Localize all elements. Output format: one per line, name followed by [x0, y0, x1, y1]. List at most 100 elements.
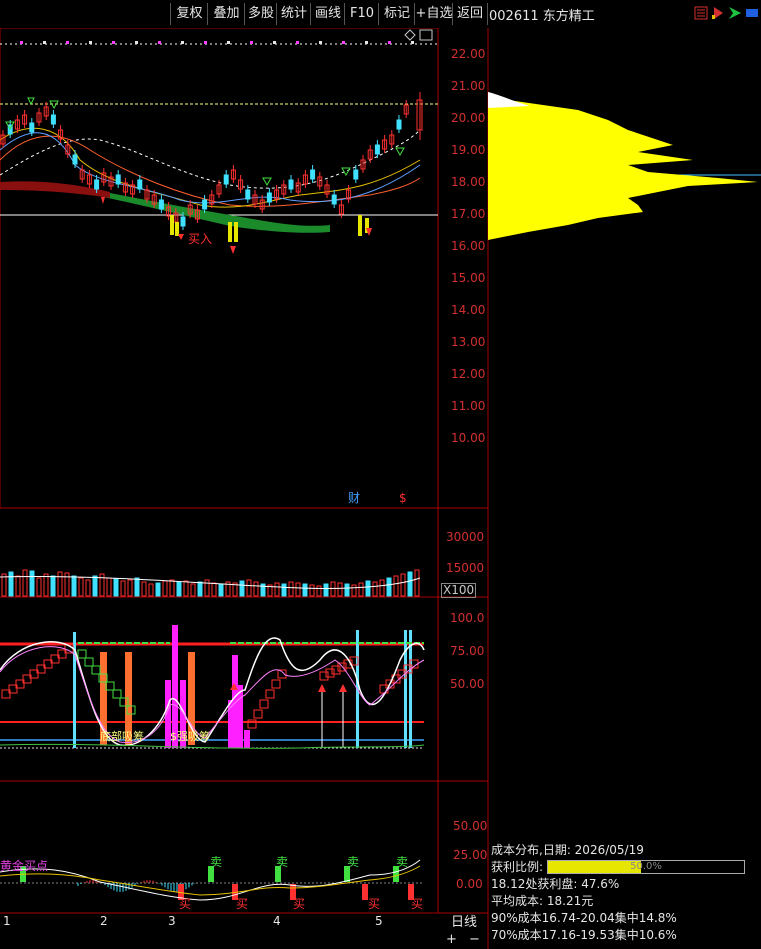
- candle-body: [94, 179, 100, 190]
- price-axis-label: 19.00: [451, 143, 486, 157]
- step-square: [253, 709, 263, 719]
- volume-bar: [92, 575, 98, 597]
- step-square: [259, 699, 269, 709]
- draw-line-button[interactable]: 画线: [310, 3, 345, 25]
- event-dot: [273, 41, 276, 44]
- stock-name: 东方精工: [542, 9, 595, 24]
- price-axis-label: 14.00: [451, 303, 486, 317]
- add-watchlist-button[interactable]: +自选: [414, 3, 453, 25]
- volume-bar: [323, 583, 329, 597]
- volume-bar: [50, 575, 56, 597]
- price-axis-label: 13.00: [451, 335, 486, 349]
- strong-chip-signal-label: $强吸筹: [170, 729, 210, 743]
- zoom-in-button[interactable]: +: [446, 932, 457, 947]
- profit-ratio-bar: 50.0%: [547, 860, 745, 874]
- volume-bar: [204, 579, 210, 597]
- candle-body: [50, 114, 56, 125]
- mark-button[interactable]: 标记: [378, 3, 415, 25]
- step-square: [331, 665, 341, 675]
- date-tick: 2: [100, 914, 108, 928]
- profit-ratio-label: 获利比例:: [491, 860, 544, 874]
- event-dot: [342, 41, 345, 44]
- cost-70-range: 70%成本17.16-19.53集中10.6%: [491, 928, 677, 942]
- fuquan-button[interactable]: 复权: [170, 3, 208, 25]
- step-square: [271, 679, 281, 689]
- sell-signal-label: 卖: [347, 855, 359, 869]
- volume-unit: X100: [441, 583, 477, 598]
- signal-bar: [175, 222, 179, 236]
- statistics-button[interactable]: 统计: [276, 3, 311, 25]
- volume-bar: [414, 569, 420, 597]
- cyan-signal-bar: [404, 630, 407, 748]
- diamond-icon[interactable]: [404, 29, 416, 41]
- chart-canvas[interactable]: 买入 财 $ 底部吸筹 $强吸筹 黄金买点 卖 卖 卖 卖 买 买 买 买 买: [0, 28, 761, 949]
- dividend-marker[interactable]: $: [399, 491, 407, 505]
- volume-axis-label: 15000: [446, 561, 485, 575]
- volume-bar: [302, 583, 308, 597]
- gold-buy-label: 黄金买点: [0, 858, 48, 873]
- event-dot: [66, 41, 69, 44]
- signal-icon[interactable]: [728, 6, 742, 20]
- event-dot: [411, 41, 414, 44]
- buy-signal-label: 买: [179, 897, 191, 911]
- event-dot: [181, 41, 184, 44]
- volume-bar: [43, 573, 49, 597]
- list-icon[interactable]: [694, 6, 708, 20]
- volume-bar: [22, 569, 28, 597]
- volume-bar: [253, 581, 259, 597]
- volume-bar: [218, 583, 224, 597]
- f10-button[interactable]: F10: [344, 3, 379, 25]
- cost-distribution-info: 成本分布,日期: 2026/05/19 获利比例: 50.0% 18.12处获利…: [489, 842, 761, 949]
- step-square: [319, 671, 329, 681]
- macd-axis-label: 25.00: [453, 848, 488, 862]
- volume-bar: [106, 577, 112, 597]
- trend-band-red: [0, 181, 110, 198]
- cost-distribution-top: [488, 92, 530, 108]
- back-button[interactable]: 返回: [452, 3, 488, 25]
- volume-bar: [169, 579, 175, 597]
- zoom-controls: + −: [441, 932, 487, 949]
- signal-bar: [170, 215, 174, 235]
- volume-bar: [372, 581, 378, 597]
- overlay-button[interactable]: 叠加: [207, 3, 245, 25]
- play-icon[interactable]: [711, 6, 725, 20]
- event-dot: [319, 41, 322, 44]
- volume-bar: [274, 582, 280, 597]
- volume-bar: [36, 577, 42, 597]
- window-icon[interactable]: [419, 29, 433, 41]
- period-selector[interactable]: 日线: [441, 914, 487, 932]
- chip-signal-label: 底部吸筹: [100, 729, 144, 743]
- date-tick: 5: [375, 914, 383, 928]
- date-axis: 1 2 3 4 5: [0, 914, 440, 932]
- candle-body: [396, 119, 402, 130]
- volume-bar: [393, 575, 399, 597]
- signal-bar: [234, 222, 238, 242]
- average-cost: 平均成本: 18.21元: [491, 894, 594, 908]
- finance-marker[interactable]: 财: [348, 491, 360, 505]
- volume-bar: [57, 571, 63, 597]
- volume-bar: [211, 582, 217, 597]
- volume-bar: [344, 583, 350, 597]
- zoom-out-button[interactable]: −: [469, 932, 480, 947]
- extra-icon[interactable]: [745, 6, 759, 20]
- cost-90-range: 90%成本16.74-20.04集中14.8%: [491, 911, 677, 925]
- event-dot: [296, 41, 299, 44]
- candle-body: [158, 199, 164, 210]
- stock-code: 002611: [489, 9, 539, 24]
- volume-bar: [85, 579, 91, 597]
- multi-stock-button[interactable]: 多股: [244, 3, 277, 25]
- candle-body: [223, 174, 229, 185]
- volume-bar: [295, 582, 301, 597]
- profit-ratio-bar-text: 50.0%: [630, 861, 662, 872]
- volume-bar: [281, 583, 287, 597]
- volume-bar: [162, 580, 168, 597]
- volume-bar: [183, 580, 189, 597]
- down-arrow-icon: [341, 167, 351, 177]
- cost-distribution: [488, 92, 758, 240]
- buy-in-label: 买入: [188, 232, 212, 246]
- indicator-pink-line: [0, 646, 425, 744]
- candle-body: [29, 122, 35, 133]
- event-dot: [89, 41, 92, 44]
- event-dot: [20, 41, 23, 44]
- indicator-axis-label: 50.00: [450, 677, 485, 691]
